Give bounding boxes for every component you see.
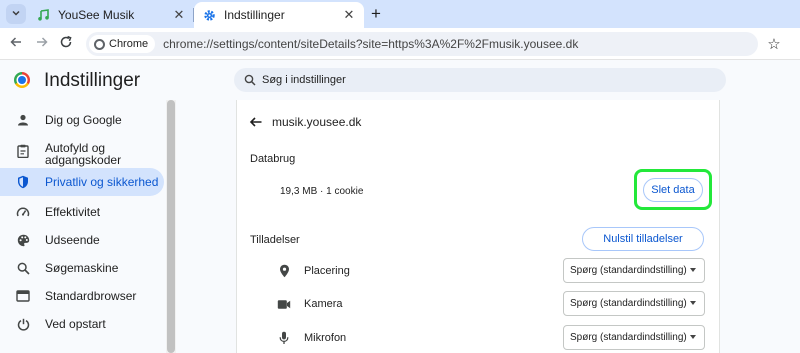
sidebar-item-effektivitet[interactable]: Effektivitet — [0, 204, 164, 220]
select-placering[interactable]: Spørg (standardindstilling) — [563, 258, 705, 283]
clipboard-icon — [16, 144, 30, 158]
reset-permissions-button[interactable]: Nulstil tilladelser — [582, 227, 704, 251]
sidebar-item-label: Ved opstart — [45, 317, 106, 331]
select-value: Spørg (standardindstilling) — [570, 332, 687, 343]
data-usage-heading: Databrug — [250, 153, 296, 165]
select-value: Spørg (standardindstilling) — [570, 298, 687, 309]
sidebar-item-dig-og-google[interactable]: Dig og Google — [0, 112, 164, 128]
location-pin-icon — [276, 263, 292, 279]
chevron-down-icon — [11, 8, 21, 20]
dropdown-caret-icon — [690, 268, 696, 272]
select-mikrofon[interactable]: Spørg (standardindstilling) — [563, 325, 705, 350]
sidebar-item-label: Standardbrowser — [45, 289, 137, 303]
sidebar-item-label: Dig og Google — [45, 113, 122, 127]
sidebar-item-label: Søgemaskine — [45, 261, 119, 275]
dropdown-caret-icon — [690, 335, 696, 339]
shield-icon — [16, 175, 30, 189]
sidebar-item-sogemaskine[interactable]: Søgemaskine — [0, 260, 164, 276]
search-icon — [16, 261, 30, 275]
site-name: musik.yousee.dk — [272, 115, 362, 129]
tab-strip: YouSee Musik ✕ Indstillinger ✕ + — [0, 0, 800, 28]
search-icon — [244, 74, 256, 86]
url-text[interactable]: chrome://settings/content/siteDetails?si… — [163, 37, 578, 51]
reload-button[interactable] — [56, 34, 76, 54]
site-info-chip[interactable]: Chrome — [89, 35, 156, 53]
delete-data-button[interactable]: Slet data — [643, 178, 703, 202]
permission-label-mikrofon: Mikrofon — [304, 332, 347, 344]
select-value: Spørg (standardindstilling) — [570, 265, 687, 276]
speedometer-icon — [16, 205, 30, 219]
sidebar-scrollbar[interactable] — [166, 100, 176, 353]
settings-header: Indstillinger Søg i indstillinger — [0, 60, 800, 100]
back-button[interactable] — [6, 34, 26, 54]
camera-icon — [276, 296, 292, 312]
dropdown-caret-icon — [690, 301, 696, 305]
chip-label: Chrome — [109, 38, 149, 50]
back-arrow-icon[interactable] — [248, 114, 264, 130]
palette-icon — [16, 233, 30, 247]
permission-label-placering: Placering — [304, 265, 350, 277]
address-bar[interactable]: Chrome chrome://settings/content/siteDet… — [86, 32, 758, 56]
settings-gear-icon — [202, 8, 216, 22]
sidebar-item-udseende[interactable]: Udseende — [0, 232, 164, 248]
data-usage-value: 19,3 MB · 1 cookie — [280, 186, 364, 197]
tab-indstillinger[interactable]: Indstillinger ✕ — [194, 2, 364, 28]
permission-label-kamera: Kamera — [304, 298, 343, 310]
settings-search-input[interactable]: Søg i indstillinger — [234, 68, 726, 92]
chrome-logo-icon — [14, 72, 30, 88]
scrollbar-thumb[interactable] — [167, 100, 175, 353]
browser-toolbar: Chrome chrome://settings/content/siteDet… — [0, 28, 800, 60]
search-placeholder: Søg i indstillinger — [262, 74, 346, 86]
close-icon[interactable]: ✕ — [170, 6, 188, 24]
bookmark-star-icon[interactable]: ☆ — [764, 34, 784, 54]
sidebar-item-ved-opstart[interactable]: Ved opstart — [0, 316, 164, 332]
permissions-heading: Tilladelser — [250, 234, 300, 246]
new-tab-button[interactable]: + — [366, 4, 386, 24]
music-note-icon — [36, 8, 50, 22]
tab-title: YouSee Musik — [58, 8, 135, 22]
close-icon[interactable]: ✕ — [340, 6, 358, 24]
forward-button[interactable] — [32, 34, 52, 54]
arrow-left-icon — [9, 35, 23, 54]
tab-title: Indstillinger — [224, 8, 285, 22]
reload-icon — [59, 35, 73, 54]
sidebar-item-label: Udseende — [45, 233, 100, 247]
tab-yousee-musik[interactable]: YouSee Musik ✕ — [30, 2, 194, 28]
power-icon — [16, 317, 30, 331]
page-title: Indstillinger — [44, 70, 141, 91]
arrow-right-icon — [35, 35, 49, 54]
microphone-icon — [276, 330, 292, 346]
sidebar-item-standardbrowser[interactable]: Standardbrowser — [0, 288, 164, 304]
settings-sidebar: Dig og Google Autofyld og adgangskoder P… — [0, 100, 166, 353]
browser-window-icon — [16, 289, 30, 303]
sidebar-item-label: Autofyld og adgangskoder — [45, 141, 122, 167]
sidebar-item-autofyld[interactable]: Autofyld og adgangskoder — [0, 140, 164, 168]
tab-search-button[interactable] — [6, 4, 26, 24]
select-kamera[interactable]: Spørg (standardindstilling) — [563, 291, 705, 316]
sidebar-item-label: Effektivitet — [45, 205, 101, 219]
sidebar-item-privatliv[interactable]: Privatliv og sikkerhed — [0, 168, 164, 196]
chrome-icon — [94, 38, 105, 50]
sidebar-item-label: Privatliv og sikkerhed — [45, 175, 159, 189]
person-icon — [16, 113, 30, 127]
